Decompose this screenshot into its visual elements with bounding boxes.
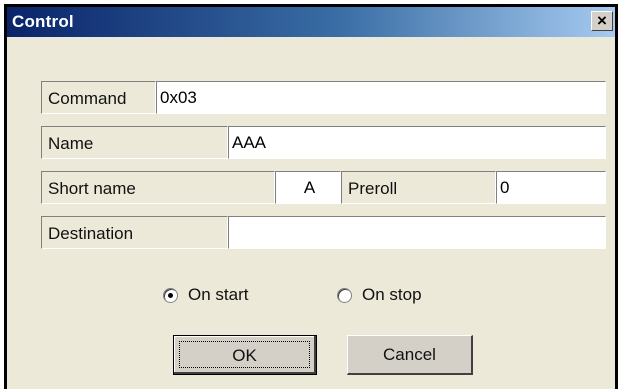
cancel-button[interactable]: Cancel [347, 335, 473, 375]
command-field[interactable] [156, 81, 606, 114]
radio-on-stop[interactable]: On stop [337, 284, 422, 306]
title-bar[interactable]: Control × [7, 7, 615, 37]
destination-label: Destination [41, 216, 228, 249]
ok-button[interactable]: OK [173, 335, 317, 375]
short-name-label: Short name [41, 171, 275, 204]
command-label: Command [41, 81, 156, 114]
radio-on-start[interactable]: On start [163, 284, 248, 306]
dialog-title: Control [12, 12, 74, 31]
name-label: Name [41, 126, 228, 159]
short-name-field[interactable] [275, 171, 341, 204]
ok-label: OK [179, 341, 310, 368]
radio-on-start-indicator[interactable] [163, 287, 178, 303]
close-icon: × [597, 11, 607, 30]
preroll-field[interactable] [496, 171, 606, 204]
radio-on-stop-indicator[interactable] [337, 287, 352, 303]
radio-on-start-label: On start [188, 285, 249, 304]
name-field[interactable] [228, 126, 606, 159]
close-button[interactable]: × [591, 11, 613, 31]
destination-field[interactable] [228, 216, 606, 249]
preroll-label: Preroll [341, 171, 496, 204]
radio-on-stop-label: On stop [362, 285, 422, 304]
control-dialog: Control × Command Name Short name Prerol… [4, 4, 618, 389]
